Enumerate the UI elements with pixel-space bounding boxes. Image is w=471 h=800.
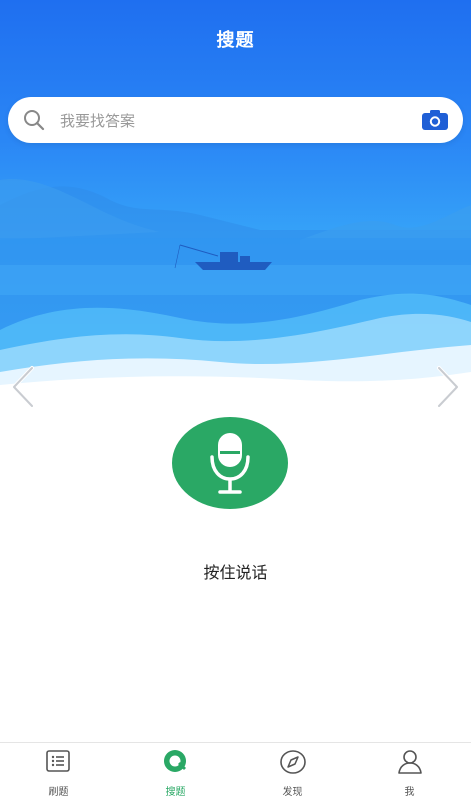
search-tab-icon (162, 749, 190, 779)
tab-practice[interactable]: 刷题 (0, 743, 117, 800)
bottom-tab-bar: 刷题 搜题 发现 我 (0, 742, 471, 800)
tab-label: 刷题 (48, 787, 69, 798)
page-title: 搜题 (216, 30, 255, 51)
tab-search[interactable]: 搜题 (117, 743, 234, 800)
landscape-illustration (0, 179, 471, 395)
user-icon (396, 749, 424, 779)
prev-arrow-icon[interactable] (8, 364, 38, 414)
microphone-icon (210, 433, 250, 494)
next-arrow-icon[interactable] (433, 364, 463, 414)
tab-label: 搜题 (165, 787, 186, 798)
tab-label: 我 (404, 787, 415, 798)
search-icon (22, 108, 46, 136)
compass-icon (279, 749, 307, 779)
voice-button[interactable] (172, 417, 288, 509)
search-bar[interactable]: 我要找答案 (8, 97, 463, 143)
hero-banner (0, 0, 471, 395)
voice-hint-label: 按住说话 (203, 563, 268, 582)
camera-icon[interactable] (421, 109, 449, 135)
search-input[interactable]: 我要找答案 (60, 110, 135, 131)
tab-label: 发现 (282, 787, 303, 798)
tab-me[interactable]: 我 (351, 743, 468, 800)
list-icon (45, 749, 71, 777)
tab-discover[interactable]: 发现 (234, 743, 351, 800)
